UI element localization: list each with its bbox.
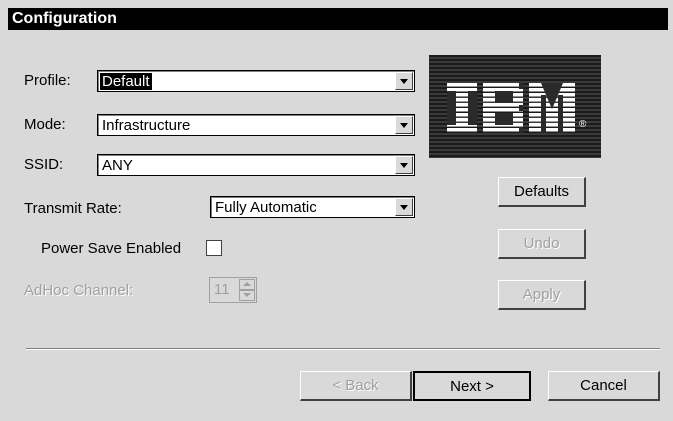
chevron-down-icon[interactable] <box>395 156 413 174</box>
profile-label: Profile: <box>24 72 71 89</box>
window-title-bar: Configuration <box>8 8 668 30</box>
separator-line <box>26 348 660 350</box>
profile-value: Default <box>100 73 152 90</box>
spin-up-icon[interactable] <box>239 279 255 290</box>
chevron-down-icon[interactable] <box>395 72 413 90</box>
transmit-rate-dropdown[interactable]: Fully Automatic <box>210 196 415 218</box>
power-save-label: Power Save Enabled <box>41 240 182 257</box>
window-title: Configuration <box>12 10 117 27</box>
ibm-logo: ® <box>429 55 601 158</box>
transmit-rate-value: Fully Automatic <box>215 199 317 216</box>
power-save-checkbox[interactable] <box>206 240 222 256</box>
adhoc-channel-value: 11 <box>214 281 230 298</box>
cancel-button[interactable]: Cancel <box>548 371 660 401</box>
ssid-label: SSID: <box>24 156 64 173</box>
mode-value: Infrastructure <box>102 117 191 134</box>
registered-mark: ® <box>579 119 587 130</box>
chevron-down-icon[interactable] <box>395 116 413 134</box>
ibm-logo-mark <box>447 83 575 133</box>
mode-dropdown[interactable]: Infrastructure <box>97 114 415 136</box>
transmit-rate-label: Transmit Rate: <box>24 200 122 217</box>
next-button[interactable]: Next > <box>413 371 531 401</box>
profile-dropdown[interactable]: Default <box>97 70 415 92</box>
apply-button[interactable]: Apply <box>498 280 586 310</box>
back-button[interactable]: < Back <box>300 371 412 401</box>
defaults-button[interactable]: Defaults <box>498 177 586 207</box>
spin-down-icon[interactable] <box>239 290 255 301</box>
adhoc-channel-label: AdHoc Channel: <box>24 282 134 299</box>
chevron-down-icon[interactable] <box>395 198 413 216</box>
undo-button[interactable]: Undo <box>498 229 586 259</box>
adhoc-channel-spinner[interactable]: 11 <box>209 277 257 303</box>
ssid-value: ANY <box>102 157 133 174</box>
ssid-dropdown[interactable]: ANY <box>97 154 415 176</box>
mode-label: Mode: <box>24 116 66 133</box>
configuration-panel: Profile: Default Mode: Infrastructure SS… <box>8 30 668 416</box>
